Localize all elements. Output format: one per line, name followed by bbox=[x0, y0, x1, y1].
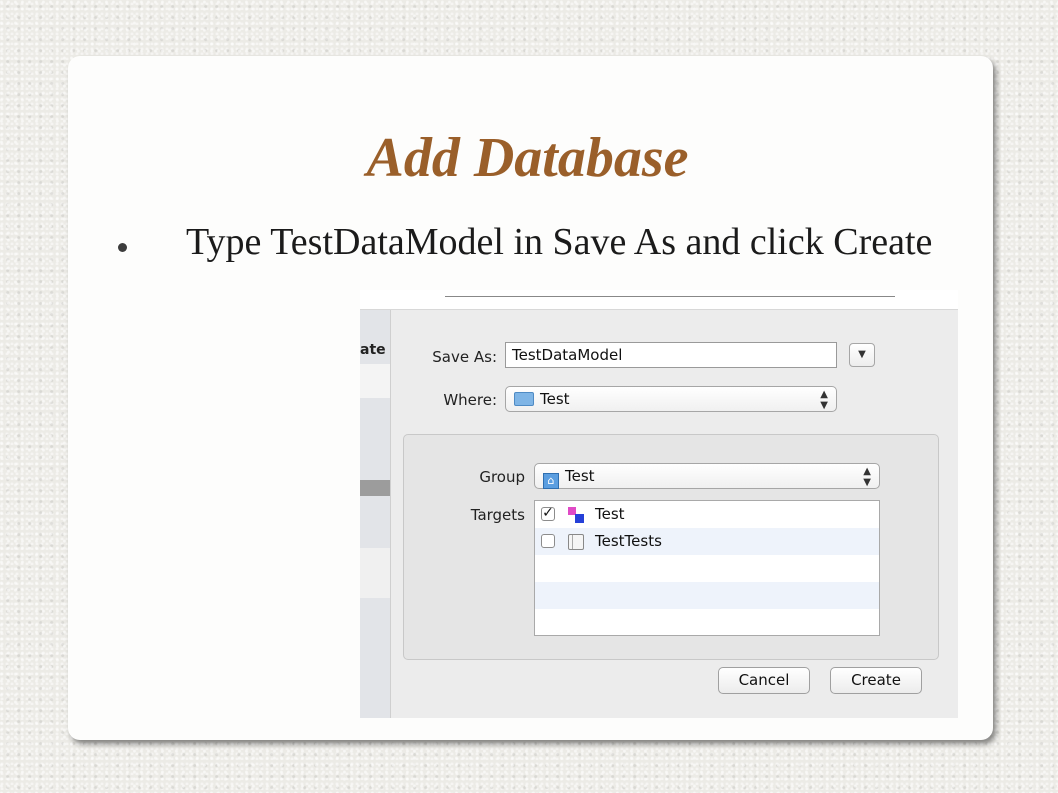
save-as-label: Save As: bbox=[432, 348, 497, 366]
group-value: Test bbox=[565, 467, 595, 485]
updown-arrows-icon: ▲ ▼ bbox=[820, 389, 828, 411]
group-label: Group bbox=[479, 468, 525, 486]
target-row[interactable]: TestTests bbox=[535, 528, 879, 555]
updown-arrows-icon: ▲ ▼ bbox=[863, 466, 871, 488]
empty-row bbox=[535, 555, 879, 582]
empty-row bbox=[535, 582, 879, 609]
create-button[interactable]: Create bbox=[830, 667, 922, 694]
group-icon: ⌂ bbox=[543, 473, 559, 489]
slide-title: Add Database bbox=[366, 127, 689, 189]
target-name: TestTests bbox=[595, 532, 662, 550]
folder-icon bbox=[514, 392, 534, 406]
empty-row bbox=[535, 609, 879, 636]
partial-text: ate bbox=[360, 342, 386, 358]
target-row[interactable]: ✓ Test bbox=[535, 501, 879, 528]
background-strip bbox=[360, 548, 390, 598]
save-sheet: Save As: TestDataModel ▼ Where: Test ▲ ▼ … bbox=[390, 310, 958, 718]
targets-label: Targets bbox=[470, 506, 525, 524]
where-label: Where: bbox=[443, 391, 497, 409]
background-strip bbox=[360, 364, 390, 398]
bullet-icon bbox=[118, 243, 127, 252]
where-value: Test bbox=[540, 390, 570, 408]
divider bbox=[445, 296, 895, 297]
background-strip bbox=[360, 480, 390, 496]
target-name: Test bbox=[595, 505, 625, 523]
cancel-button[interactable]: Cancel bbox=[718, 667, 810, 694]
target-checkbox-testtests[interactable] bbox=[541, 534, 555, 548]
app-target-icon bbox=[568, 507, 584, 523]
background-toolbar bbox=[360, 290, 958, 310]
save-as-field[interactable]: TestDataModel bbox=[505, 342, 837, 368]
background-window bbox=[360, 310, 390, 718]
targets-list: ✓ Test TestTests bbox=[534, 500, 880, 636]
test-bundle-icon bbox=[568, 534, 584, 550]
save-dialog-screenshot: ate Save As: TestDataModel ▼ Where: Test… bbox=[360, 290, 958, 718]
expand-disclosure-button[interactable]: ▼ bbox=[849, 343, 875, 367]
bullet-text: Type TestDataModel in Save As and click … bbox=[186, 221, 933, 263]
where-popup[interactable]: Test ▲ ▼ bbox=[505, 386, 837, 412]
chevron-down-icon: ▼ bbox=[858, 349, 866, 360]
group-popup[interactable]: ⌂ Test ▲ ▼ bbox=[534, 463, 880, 489]
target-checkbox-test[interactable]: ✓ bbox=[541, 506, 555, 521]
